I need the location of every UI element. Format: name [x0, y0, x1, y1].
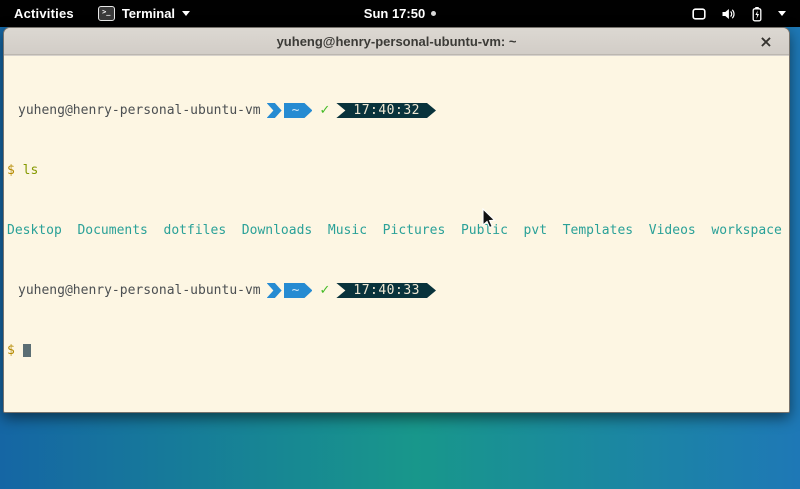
terminal-app-icon: >_ — [98, 6, 115, 21]
directory-name: Downloads — [242, 223, 312, 238]
directory-name: Desktop — [7, 223, 62, 238]
typed-command: ls — [23, 163, 39, 178]
prompt-time-segment: 17:40:33 — [336, 283, 436, 298]
directory-name: workspace — [711, 223, 781, 238]
battery-charging-icon — [749, 6, 765, 22]
directory-name: Music — [328, 223, 367, 238]
powerline-chevron-icon — [267, 103, 282, 118]
directory-name: Templates — [563, 223, 633, 238]
directory-name: Documents — [77, 223, 147, 238]
window-title: yuheng@henry-personal-ubuntu-vm: ~ — [277, 34, 517, 49]
directory-name: Public — [461, 223, 508, 238]
notification-dot-icon — [431, 11, 436, 16]
check-icon: ✓ — [319, 283, 330, 298]
window-titlebar[interactable]: yuheng@henry-personal-ubuntu-vm: ~ × — [4, 28, 789, 55]
prompt-line: yuheng@henry-personal-ubuntu-vm ~ ✓ 17:4… — [7, 283, 786, 298]
text-cursor-block — [23, 344, 31, 357]
chevron-down-icon — [778, 11, 786, 16]
prompt-user-host: yuheng@henry-personal-ubuntu-vm — [18, 103, 261, 118]
gnome-top-bar: Activities >_ Terminal Sun 17:50 — [0, 0, 800, 27]
system-status-menu[interactable] — [683, 0, 794, 27]
app-menu-label: Terminal — [122, 6, 175, 21]
powerline-chevron-icon — [267, 283, 282, 298]
ls-output-line: Desktop Documents dotfiles Downloads Mus… — [7, 223, 786, 238]
prompt-path-segment: ~ — [284, 283, 313, 298]
prompt-path-segment: ~ — [284, 103, 313, 118]
check-icon: ✓ — [319, 103, 330, 118]
command-line-current: $ — [7, 343, 786, 358]
volume-icon — [720, 6, 736, 22]
prompt-time-segment: 17:40:32 — [336, 103, 436, 118]
clock-label: Sun 17:50 — [364, 6, 425, 21]
screen-icon — [691, 6, 707, 22]
directory-name: dotfiles — [164, 223, 227, 238]
directory-name: pvt — [524, 223, 547, 238]
terminal-window: yuheng@henry-personal-ubuntu-vm: ~ × yuh… — [3, 27, 790, 413]
activities-button[interactable]: Activities — [0, 0, 88, 27]
command-line: $ ls — [7, 163, 786, 178]
prompt-line: yuheng@henry-personal-ubuntu-vm ~ ✓ 17:4… — [7, 103, 786, 118]
terminal-screen[interactable]: yuheng@henry-personal-ubuntu-vm ~ ✓ 17:4… — [4, 56, 789, 412]
prompt-symbol: $ — [7, 163, 15, 178]
directory-name: Videos — [649, 223, 696, 238]
directory-name: Pictures — [383, 223, 446, 238]
app-menu-terminal[interactable]: >_ Terminal — [88, 0, 200, 27]
chevron-down-icon — [182, 11, 190, 16]
close-button[interactable]: × — [755, 28, 777, 55]
prompt-user-host: yuheng@henry-personal-ubuntu-vm — [18, 283, 261, 298]
prompt-symbol: $ — [7, 343, 15, 358]
desktop: Activities >_ Terminal Sun 17:50 — [0, 0, 800, 489]
